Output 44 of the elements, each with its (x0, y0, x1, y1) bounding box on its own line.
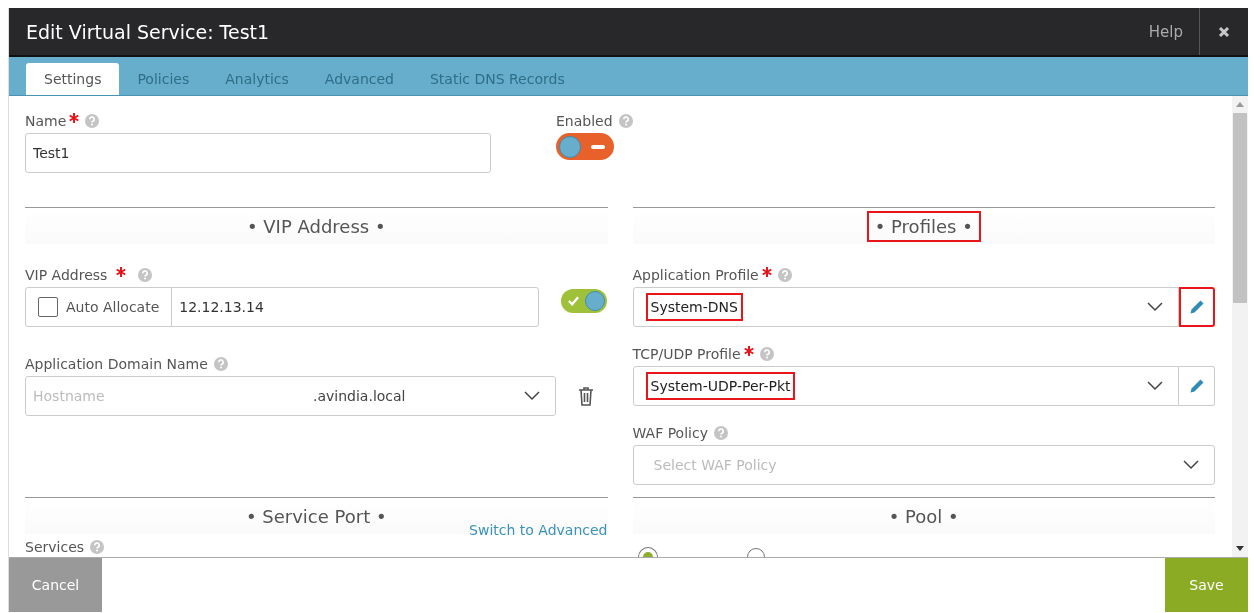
switch-to-advanced-link[interactable]: Switch to Advanced (469, 522, 608, 538)
name-input[interactable]: Test1 (25, 133, 491, 173)
selected-value: System-UDP-Per-Pkt (645, 372, 796, 400)
section-title: • Pool • (887, 504, 960, 529)
hostname-placeholder: Hostname (33, 388, 106, 404)
domain-suffix: .avindia.local (313, 388, 407, 404)
window-title: Edit Virtual Service: Test1 (25, 20, 271, 43)
tab[interactable]: Settings (26, 63, 120, 95)
chevron-down-icon[interactable] (1147, 302, 1163, 312)
trash-icon[interactable] (578, 386, 594, 406)
section-title: • VIP Address • (245, 214, 387, 239)
auto-allocate-checkbox[interactable]: Auto Allocate (26, 288, 173, 326)
profile-select[interactable]: System-UDP-Per-Pkt (632, 366, 1179, 406)
scrollbar[interactable] (1232, 96, 1248, 557)
edit-button[interactable] (1179, 287, 1215, 327)
scroll-up-icon[interactable] (1236, 102, 1244, 107)
field-label: Application Domain Name (25, 356, 208, 372)
field-label: Name (25, 113, 67, 129)
ip-value: 12.12.13.14 (178, 299, 264, 315)
field-label: VIP Address (25, 267, 108, 283)
selected-value: System-DNS (645, 293, 743, 321)
pencil-icon[interactable] (1189, 299, 1205, 315)
enabled-toggle[interactable] (556, 133, 614, 160)
vip-address-field[interactable]: Auto Allocate 12.12.13.14 (25, 287, 539, 327)
field-label: Services (25, 539, 85, 555)
domain-select[interactable]: Hostname .avindia.local (25, 376, 556, 416)
chevron-down-icon[interactable] (524, 391, 540, 401)
section-title: • Service Port • (244, 504, 388, 529)
profile-select[interactable]: System-DNS (632, 287, 1179, 327)
pencil-icon[interactable] (1188, 378, 1205, 394)
field-label: Application Profile (632, 267, 759, 283)
edit-button[interactable] (1179, 366, 1215, 406)
help-link[interactable]: Help (1132, 8, 1200, 55)
chevron-down-icon[interactable] (1183, 460, 1199, 470)
vip-toggle[interactable] (561, 289, 607, 313)
section-title: • Profiles • (866, 210, 981, 242)
select-placeholder: Select WAF Policy (652, 457, 777, 473)
field-label: WAF Policy (632, 425, 708, 441)
checkmark-icon (568, 296, 579, 306)
scroll-down-icon[interactable] (1236, 546, 1244, 551)
close-icon[interactable] (1218, 25, 1230, 38)
field-label: Enabled (556, 113, 613, 129)
field-label: TCP/UDP Profile (632, 346, 741, 362)
chevron-down-icon[interactable] (1147, 381, 1163, 391)
